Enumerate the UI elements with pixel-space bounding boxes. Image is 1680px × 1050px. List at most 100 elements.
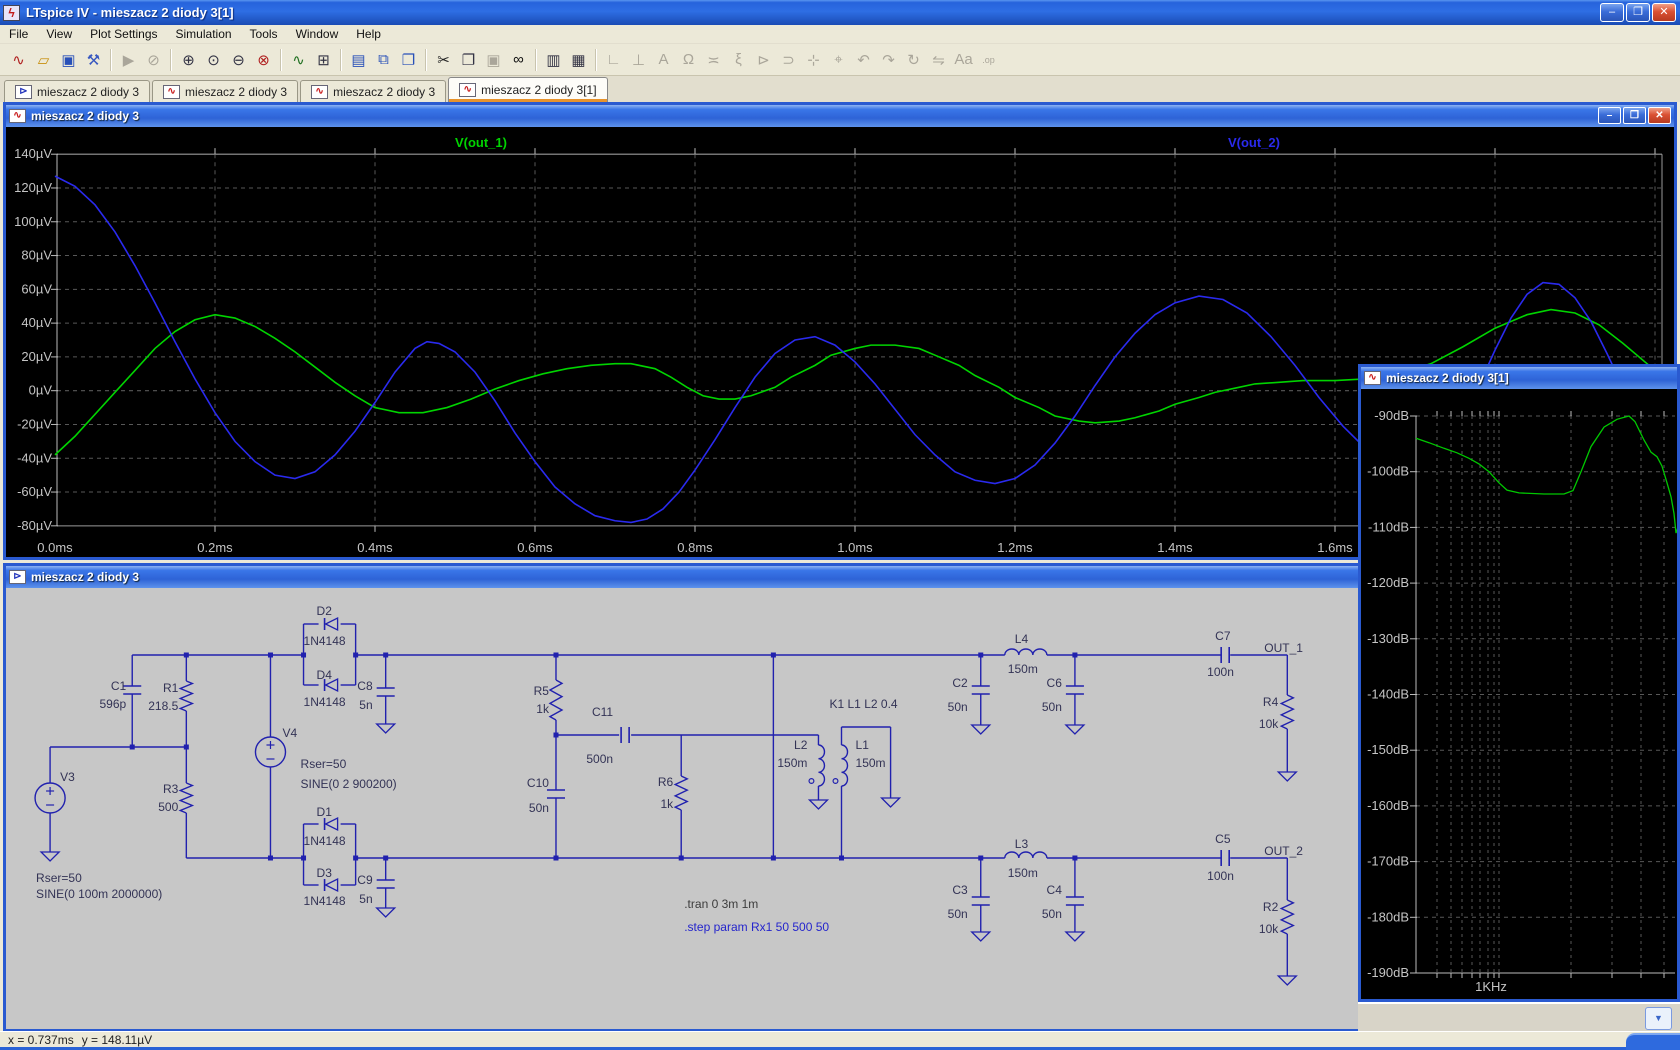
- mirror-tool[interactable]: ⇋: [926, 47, 951, 72]
- rotate-tool[interactable]: ↻: [901, 47, 926, 72]
- zoom-out-button[interactable]: ⊖: [226, 47, 251, 72]
- minimize-button[interactable]: –: [1598, 107, 1621, 124]
- copy-button[interactable]: ❐: [456, 47, 481, 72]
- svg-text:5n: 5n: [359, 892, 372, 906]
- svg-text:Rser=50: Rser=50: [36, 871, 82, 885]
- svg-text:5n: 5n: [359, 698, 372, 712]
- fft-window-title: mieszacz 2 diody 3[1]: [1386, 371, 1509, 385]
- scroll-down-button[interactable]: ▼: [1645, 1007, 1672, 1030]
- autorange-button[interactable]: ∿: [286, 47, 311, 72]
- svg-text:60µV: 60µV: [21, 281, 52, 296]
- svg-text:R2: R2: [1263, 900, 1279, 914]
- tile-horizontal-button[interactable]: ▤: [346, 47, 371, 72]
- run-button[interactable]: ▶: [116, 47, 141, 72]
- label-tool[interactable]: A: [651, 47, 676, 72]
- close-button[interactable]: ✕: [1648, 107, 1671, 124]
- svg-text:10k: 10k: [1259, 717, 1279, 731]
- waveform-window-title-bar[interactable]: ∿ mieszacz 2 diody 3 –❐✕: [6, 105, 1674, 127]
- svg-text:R4: R4: [1263, 695, 1279, 709]
- svg-text:100µV: 100µV: [14, 214, 52, 229]
- scrollbar-track[interactable]: ▼: [1358, 1002, 1680, 1031]
- svg-text:.step param Rx1 50 500 50: .step param Rx1 50 500 50: [684, 920, 829, 934]
- menu-tools[interactable]: Tools: [241, 25, 287, 43]
- svg-text:-180dB: -180dB: [1367, 909, 1409, 924]
- app-title: LTspice IV - mieszacz 2 diody 3[1]: [26, 5, 234, 20]
- ground-tool[interactable]: ⊥: [626, 47, 651, 72]
- toolbar-separator: [280, 49, 282, 71]
- schematic-window-title: mieszacz 2 diody 3: [31, 570, 139, 584]
- print-preview-button[interactable]: ▥: [541, 47, 566, 72]
- svg-text:-150dB: -150dB: [1367, 742, 1409, 757]
- waveform-window-controls: –❐✕: [1598, 107, 1671, 124]
- tab-3-mieszacz-2-diody-3[interactable]: ∿mieszacz 2 diody 3: [300, 80, 446, 102]
- menu-plot-settings[interactable]: Plot Settings: [81, 25, 166, 43]
- waveform-icon: ∿: [311, 85, 328, 99]
- tab-label: mieszacz 2 diody 3: [37, 85, 139, 99]
- svg-text:V(out_1): V(out_1): [455, 135, 507, 150]
- svg-text:-140dB: -140dB: [1367, 687, 1409, 702]
- menu-file[interactable]: File: [0, 25, 37, 43]
- svg-text:L4: L4: [1015, 632, 1029, 646]
- svg-text:100n: 100n: [1207, 665, 1234, 679]
- close-button[interactable]: ✕: [1652, 3, 1676, 22]
- cascade-button[interactable]: ❐: [396, 47, 421, 72]
- svg-text:-130dB: -130dB: [1367, 631, 1409, 646]
- diode-tool[interactable]: ⊳: [751, 47, 776, 72]
- drag-tool[interactable]: ⌖: [826, 47, 851, 72]
- cut-button[interactable]: ✂: [431, 47, 456, 72]
- tab-4-mieszacz-2-diody-3-1-[interactable]: ∿mieszacz 2 diody 3[1]: [448, 77, 607, 102]
- fft-plot-area[interactable]: -90dB-100dB-110dB-120dB-130dB-140dB-150d…: [1361, 389, 1677, 999]
- resistor-tool[interactable]: Ω: [676, 47, 701, 72]
- restore-button[interactable]: ❐: [1626, 3, 1650, 22]
- undo-button[interactable]: ↶: [851, 47, 876, 72]
- new-schematic-button[interactable]: ∿: [6, 47, 31, 72]
- svg-text:500n: 500n: [586, 752, 613, 766]
- tab-1-mieszacz-2-diody-3[interactable]: ⊳mieszacz 2 diody 3: [4, 80, 150, 102]
- tab-label: mieszacz 2 diody 3: [185, 85, 287, 99]
- svg-text:.tran 0 3m 1m: .tran 0 3m 1m: [684, 897, 758, 911]
- component-tool[interactable]: ⊃: [776, 47, 801, 72]
- svg-text:L1: L1: [856, 738, 870, 752]
- menu-view[interactable]: View: [37, 25, 81, 43]
- save-button[interactable]: ▣: [56, 47, 81, 72]
- svg-text:C4: C4: [1047, 883, 1063, 897]
- control-panel-button[interactable]: ⚒: [81, 47, 106, 72]
- paste-button[interactable]: ▣: [481, 47, 506, 72]
- wire-tool[interactable]: ∟: [601, 47, 626, 72]
- svg-text:20µV: 20µV: [21, 349, 52, 364]
- menu-window[interactable]: Window: [287, 25, 348, 43]
- tab-2-mieszacz-2-diody-3[interactable]: ∿mieszacz 2 diody 3: [152, 80, 298, 102]
- svg-text:218.5: 218.5: [148, 699, 178, 713]
- zoom-full-button[interactable]: ⊙: [201, 47, 226, 72]
- capacitor-tool[interactable]: ≍: [701, 47, 726, 72]
- fft-window-title-bar[interactable]: ∿ mieszacz 2 diody 3[1]: [1361, 367, 1677, 389]
- menu-help[interactable]: Help: [347, 25, 390, 43]
- inductor-tool[interactable]: ξ: [726, 47, 751, 72]
- zoom-previous-button[interactable]: ⊗: [251, 47, 276, 72]
- svg-text:V3: V3: [60, 770, 75, 784]
- zoom-in-button[interactable]: ⊕: [176, 47, 201, 72]
- find-button[interactable]: ∞: [506, 47, 531, 72]
- move-tool[interactable]: ⊹: [801, 47, 826, 72]
- svg-text:SINE(0 2 900200): SINE(0 2 900200): [301, 777, 397, 791]
- menu-simulation[interactable]: Simulation: [167, 25, 241, 43]
- restore-button[interactable]: ❐: [1623, 107, 1646, 124]
- svg-text:0.0ms: 0.0ms: [37, 540, 73, 555]
- svg-text:C5: C5: [1215, 832, 1231, 846]
- halt-button[interactable]: ⊘: [141, 47, 166, 72]
- print-button[interactable]: ▦: [566, 47, 591, 72]
- fft-window: ∿ mieszacz 2 diody 3[1] -90dB-100dB-110d…: [1358, 364, 1680, 1002]
- svg-text:C3: C3: [952, 883, 968, 897]
- minimize-button[interactable]: –: [1600, 3, 1624, 22]
- svg-text:80µV: 80µV: [21, 248, 52, 263]
- plot-settings-button[interactable]: ⊞: [311, 47, 336, 72]
- tile-vertical-button[interactable]: ⧉: [371, 47, 396, 72]
- open-button[interactable]: ▱: [31, 47, 56, 72]
- svg-text:L2: L2: [794, 738, 808, 752]
- svg-text:C1: C1: [111, 679, 127, 693]
- svg-text:0.2ms: 0.2ms: [197, 540, 233, 555]
- redo-button[interactable]: ↷: [876, 47, 901, 72]
- svg-text:V(out_2): V(out_2): [1228, 135, 1280, 150]
- spice-directive-tool[interactable]: .op: [976, 47, 1001, 72]
- text-tool[interactable]: Aa: [951, 47, 976, 72]
